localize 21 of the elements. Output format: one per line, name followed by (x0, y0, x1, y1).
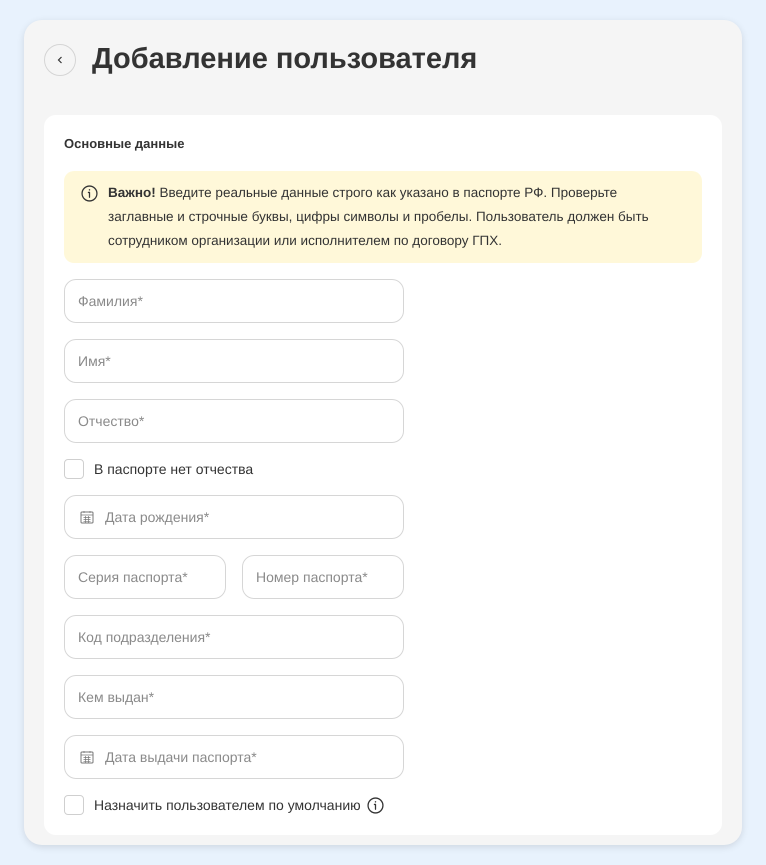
checkbox-label: Назначить пользователем по умолчанию (94, 796, 361, 815)
input-field[interactable]: Код подразделения* (64, 615, 404, 659)
date-field[interactable]: Дата рождения* (64, 495, 404, 539)
calendar-icon (80, 750, 94, 764)
input-field[interactable]: Номер паспорта* (242, 555, 404, 599)
chevron-left-icon (56, 56, 64, 64)
info-icon (81, 185, 98, 202)
input-field[interactable]: Фамилия* (64, 279, 404, 323)
page-title: Добавление пользователя (92, 42, 478, 78)
input-field[interactable]: Имя* (64, 339, 404, 383)
checkbox-label: В паспорте нет отчества (94, 460, 254, 479)
alert-text: Важно! Введите реальные данные строго как указано в паспорте РФ. Проверьте заглавные и строчные буквы, цифры символы и пробелы. Пользователь должен быть сотрудником организации или исполнителем по договору ГПХ. (108, 184, 650, 250)
section-title: Основные данные (64, 135, 186, 153)
date-field[interactable]: Дата выдачи паспорта* (64, 735, 404, 779)
input-field[interactable]: Отчество* (64, 399, 404, 443)
checkbox[interactable] (64, 459, 84, 479)
input-field[interactable]: Серия паспорта* (64, 555, 226, 599)
input-field[interactable]: Кем выдан* (64, 675, 404, 719)
checkbox[interactable] (64, 795, 84, 815)
calendar-icon (80, 510, 94, 524)
back-button[interactable] (44, 44, 76, 76)
